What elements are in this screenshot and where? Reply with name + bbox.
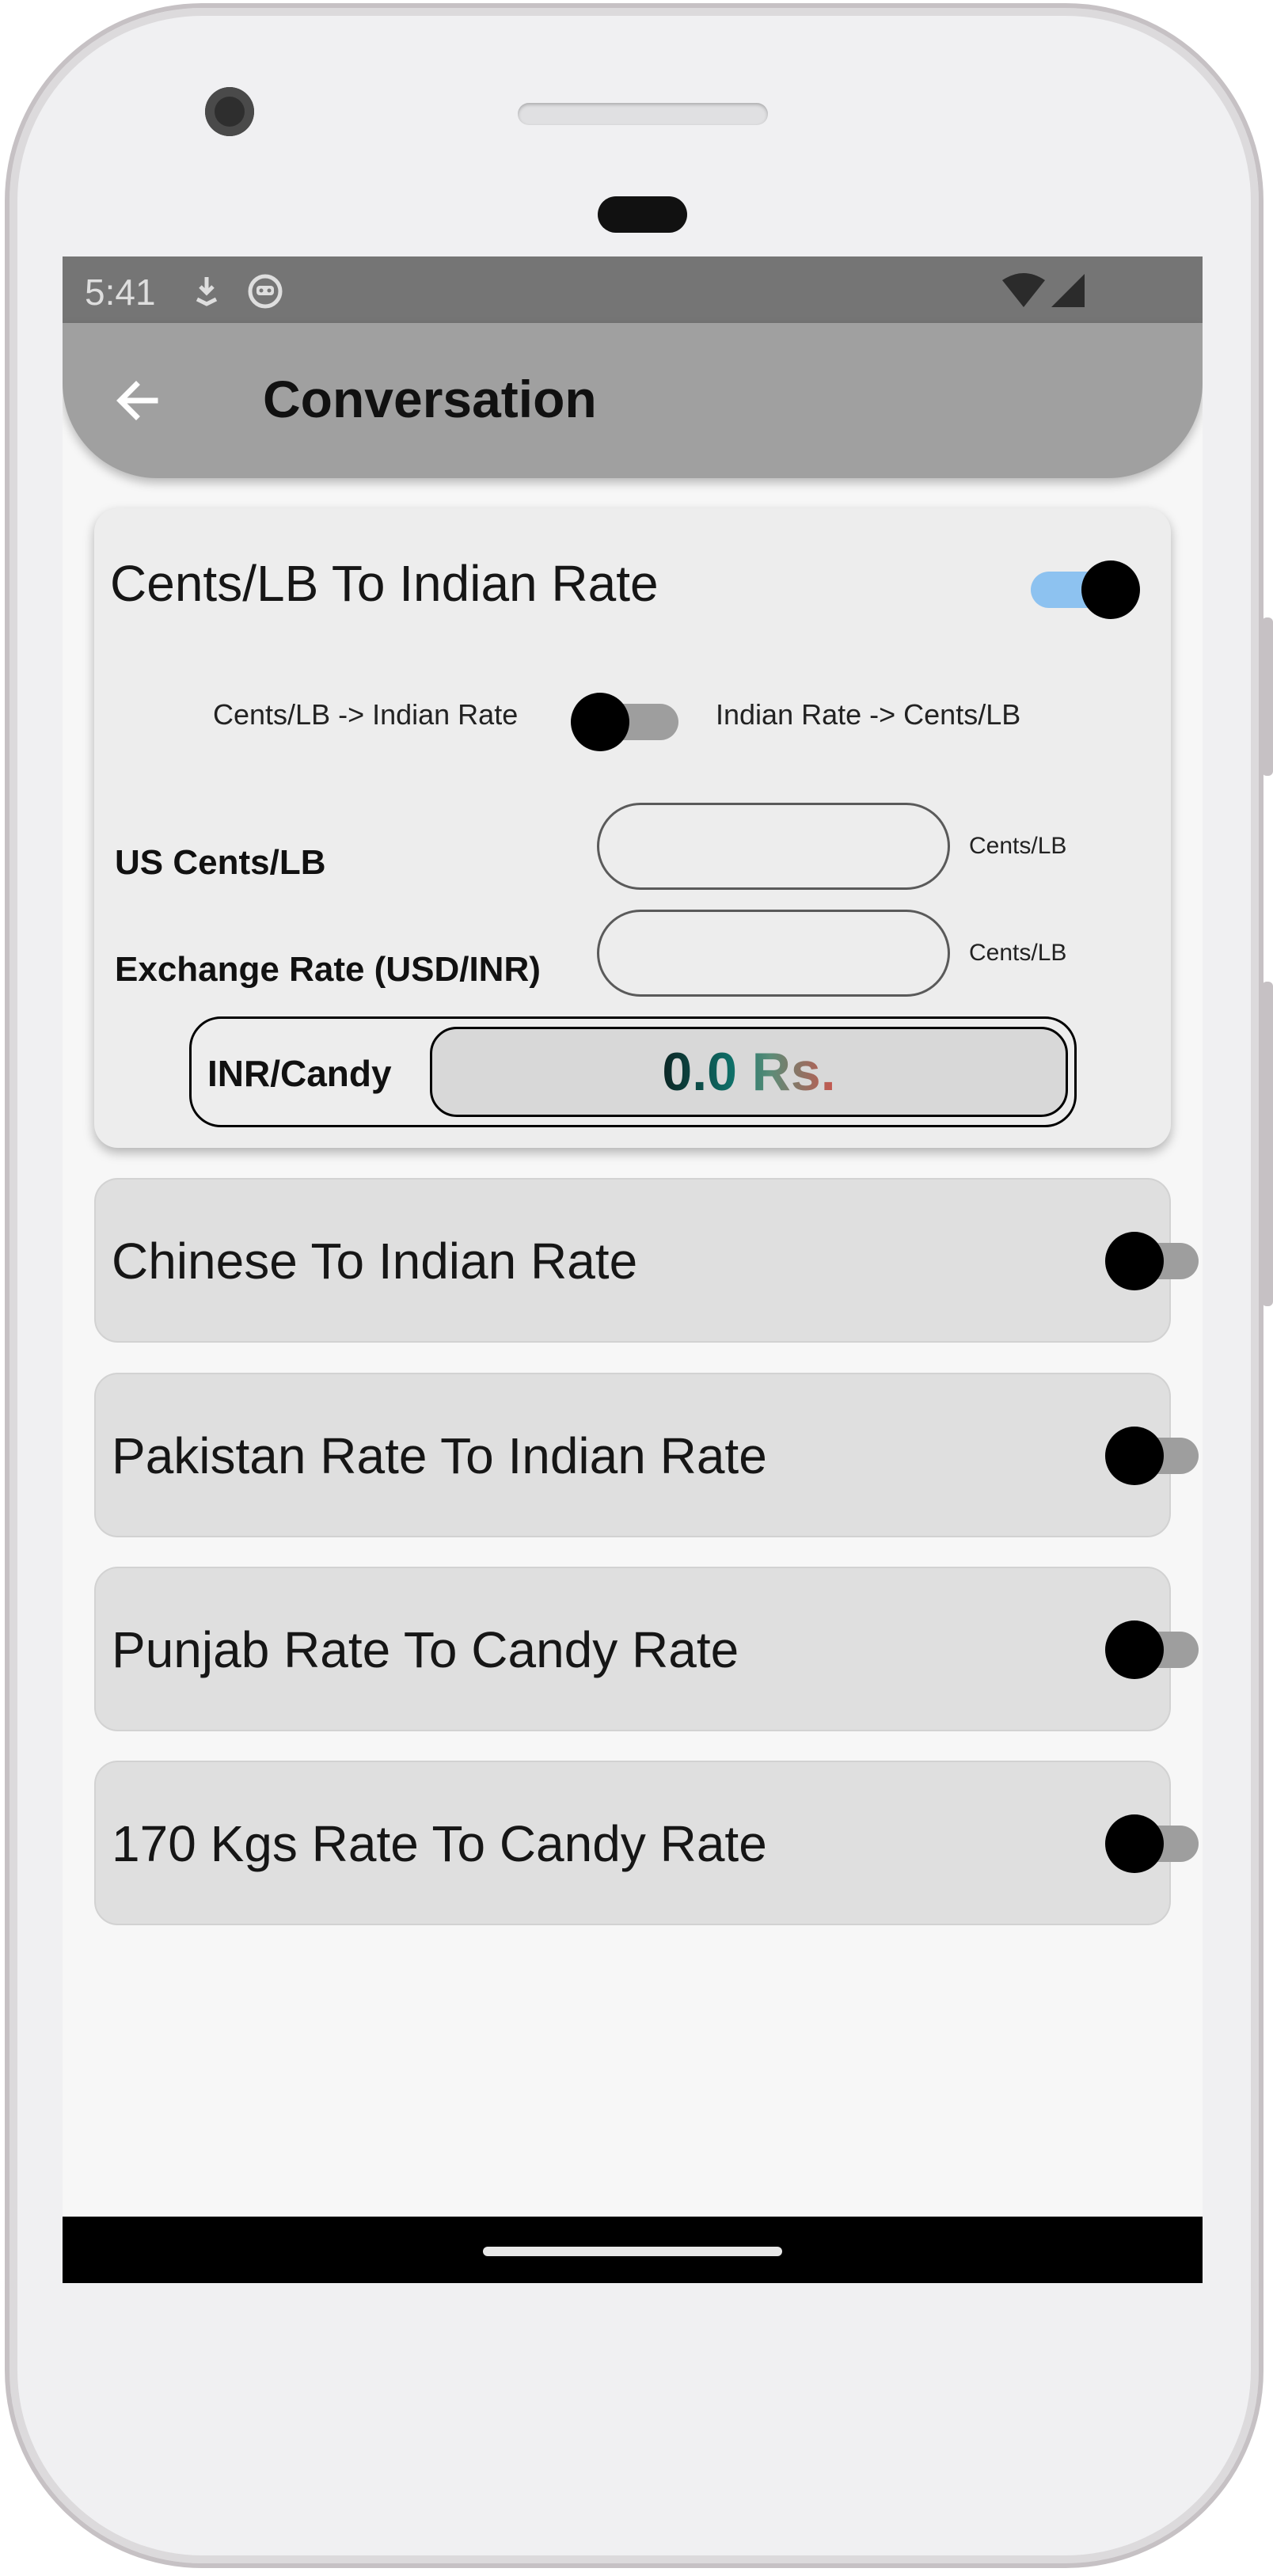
navigation-bar	[63, 2217, 1203, 2283]
signal-icon	[1050, 272, 1086, 313]
switch-thumb	[1105, 1814, 1164, 1873]
earpiece-speaker	[518, 103, 768, 125]
switch-thumb	[1105, 1427, 1164, 1485]
android-icon	[246, 272, 284, 314]
switch-thumb	[1081, 560, 1140, 619]
cents-lb-card: Cents/LB To Indian Rate Cents/LB -> Indi…	[94, 508, 1171, 1148]
inr-candy-label: INR/Candy	[207, 1053, 392, 1094]
pakistan-rate-card-title: Pakistan Rate To Indian Rate	[112, 1427, 767, 1484]
app-screen: 5:41 Conversation Cents/LB To Indian Rat…	[63, 256, 1203, 2283]
chinese-rate-card[interactable]: Chinese To Indian Rate	[94, 1178, 1199, 1343]
chinese-rate-card-title: Chinese To Indian Rate	[112, 1233, 638, 1290]
switch-thumb	[1105, 1620, 1164, 1679]
exchange-rate-input[interactable]	[597, 910, 950, 997]
pakistan-rate-card[interactable]: Pakistan Rate To Indian Rate	[94, 1373, 1199, 1537]
result-display: 0.0 Rs.	[430, 1027, 1068, 1117]
kgs170-rate-card[interactable]: 170 Kgs Rate To Candy Rate	[94, 1761, 1199, 1925]
result-value: 0.0 Rs.	[662, 1042, 836, 1102]
switch-thumb	[1105, 1232, 1164, 1290]
status-bar: 5:41	[63, 256, 1203, 323]
exchange-rate-label: Exchange Rate (USD/INR)	[115, 950, 541, 989]
power-button	[1262, 982, 1273, 1306]
punjab-rate-card-title: Punjab Rate To Candy Rate	[112, 1621, 739, 1678]
app-bar: Conversation	[63, 323, 1203, 478]
wifi-icon	[1001, 272, 1047, 313]
us-cents-lb-label: US Cents/LB	[115, 843, 326, 882]
download-icon	[189, 272, 224, 311]
direction-row: Cents/LB -> Indian Rate Indian Rate -> C…	[94, 687, 1171, 751]
us-cents-lb-input[interactable]	[597, 803, 950, 890]
direction-left-label: Cents/LB -> Indian Rate	[213, 698, 519, 731]
result-box: INR/Candy 0.0 Rs.	[189, 1016, 1077, 1127]
status-time: 5:41	[85, 272, 156, 313]
page-title: Conversation	[263, 370, 597, 428]
switch-thumb	[571, 693, 629, 751]
kgs170-rate-card-title: 170 Kgs Rate To Candy Rate	[112, 1815, 767, 1872]
exchange-rate-unit: Cents/LB	[969, 940, 1067, 966]
direction-right-label: Indian Rate -> Cents/LB	[716, 698, 1021, 731]
proximity-sensor	[598, 196, 687, 233]
back-button[interactable]	[106, 369, 169, 432]
arrow-left-icon	[116, 381, 158, 420]
punjab-rate-card[interactable]: Punjab Rate To Candy Rate	[94, 1567, 1199, 1731]
us-cents-lb-unit: Cents/LB	[969, 833, 1067, 859]
home-gesture-handle[interactable]	[483, 2247, 782, 2256]
volume-button	[1262, 617, 1273, 776]
cents-lb-card-title: Cents/LB To Indian Rate	[110, 555, 659, 612]
front-camera	[205, 87, 254, 136]
